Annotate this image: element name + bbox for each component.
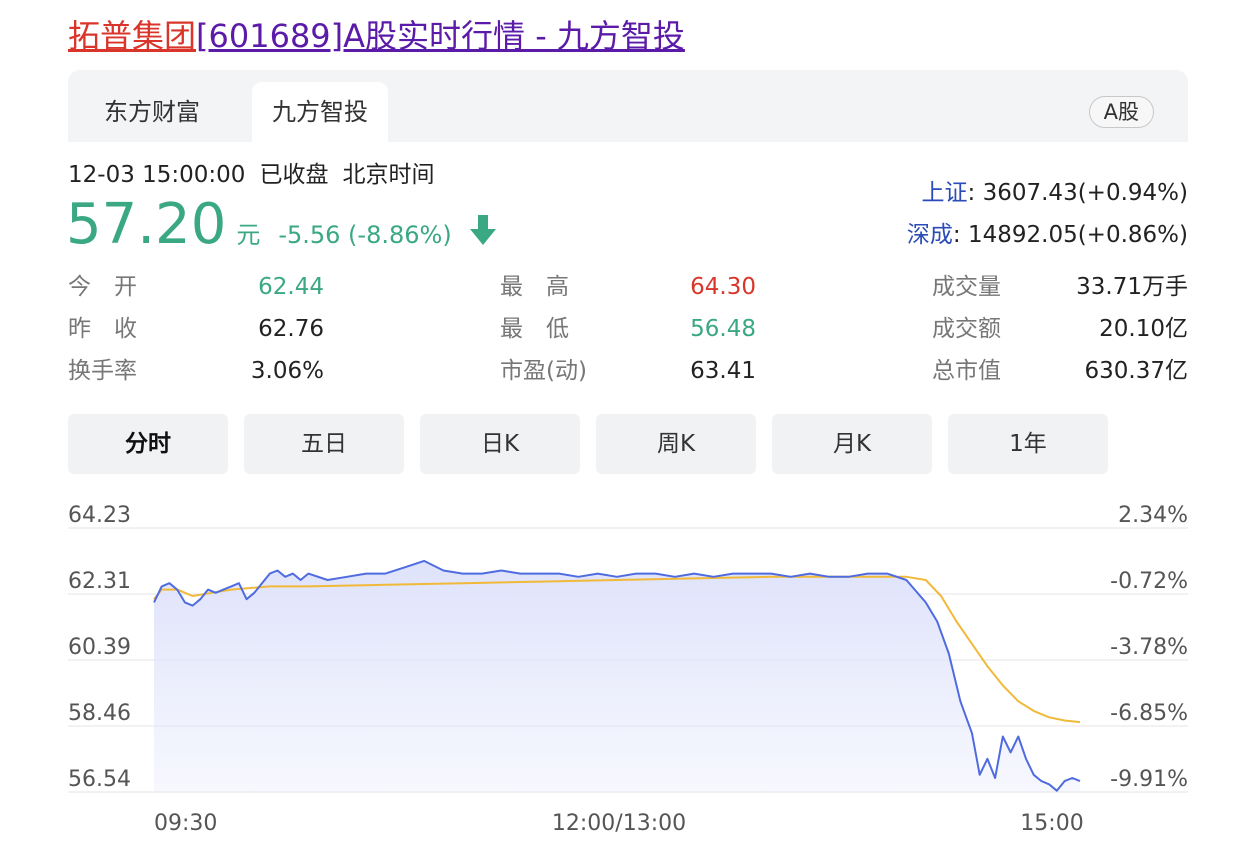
y-right-tick-label: -3.78% — [1110, 635, 1188, 660]
price-change: -5.56 (-8.86%) — [278, 221, 452, 249]
y-left-tick-label: 62.31 — [68, 569, 131, 594]
index-shanghai-label[interactable]: 上证 — [922, 180, 968, 206]
tab-jiufang-zhitou[interactable]: 九方智投 — [252, 82, 388, 142]
trade-status: 12-03 15:00:00 已收盘 北京时间 — [68, 158, 448, 192]
quote-amount-value: 20.10亿 — [1099, 316, 1188, 342]
market-badge[interactable]: A股 — [1088, 96, 1154, 128]
x-tick-label: 15:00 — [1020, 811, 1083, 836]
quote-high-label: 最 高 — [500, 274, 569, 300]
index-shanghai[interactable]: 上证: 3607.43(+0.94%) — [922, 176, 1188, 210]
quote-low-label: 最 低 — [500, 316, 569, 342]
status-state: 已收盘 — [259, 162, 329, 188]
page-title-rest-link[interactable]: [601689]A股实时行情 - 九方智投 — [196, 17, 685, 55]
y-left-tick-label: 60.39 — [68, 635, 131, 660]
period-tab-monthly-k[interactable]: 月K — [772, 414, 932, 474]
price-unit: 元 — [236, 221, 261, 249]
period-tab-daily-k[interactable]: 日K — [420, 414, 580, 474]
current-price: 57.20 — [66, 192, 227, 257]
index-shenzhen-value: : 14892.05(+0.86%) — [952, 222, 1188, 248]
y-right-tick-label: -0.72% — [1110, 569, 1188, 594]
quote-pe-label: 市盈(动) — [500, 358, 587, 384]
quote-low-value: 56.48 — [690, 316, 756, 342]
quote-prev-close-value: 62.76 — [258, 316, 324, 342]
x-tick-label: 12:00/13:00 — [552, 811, 686, 836]
quote-high-value: 64.30 — [690, 274, 756, 300]
tab-dongfang-caifu[interactable]: 东方财富 — [68, 82, 236, 142]
status-datetime: 12-03 15:00:00 — [68, 162, 246, 188]
quote-pe-value: 63.41 — [690, 358, 756, 384]
quote-market-cap-label: 总市值 — [932, 358, 1001, 384]
period-tab-one-year[interactable]: 1年 — [948, 414, 1108, 474]
quote-prev-close-label: 昨 收 — [68, 316, 137, 342]
page-title-stock-name-link[interactable]: 拓普集团 — [68, 17, 196, 55]
period-tab-intraday[interactable]: 分时 — [68, 414, 228, 474]
y-left-tick-label: 58.46 — [68, 701, 131, 726]
quote-market-cap-value: 630.37亿 — [1084, 358, 1188, 384]
index-shanghai-value: : 3607.43(+0.94%) — [967, 180, 1188, 206]
y-left-tick-label: 64.23 — [68, 503, 131, 528]
period-tab-weekly-k[interactable]: 周K — [596, 414, 756, 474]
quote-turnover-value: 3.06% — [250, 358, 324, 384]
source-tab-bar: 东方财富 九方智投 A股 — [68, 70, 1188, 142]
y-right-tick-label: -9.91% — [1110, 767, 1188, 792]
period-tab-five-day[interactable]: 五日 — [244, 414, 404, 474]
quote-turnover-label: 换手率 — [68, 358, 137, 384]
y-right-tick-label: 2.34% — [1118, 503, 1188, 528]
quote-open-value: 62.44 — [258, 274, 324, 300]
down-arrow-icon — [469, 215, 496, 245]
index-shenzhen-label[interactable]: 深成 — [907, 222, 953, 248]
x-tick-label: 09:30 — [154, 811, 217, 836]
quote-volume-value: 33.71万手 — [1076, 274, 1188, 300]
quote-volume-label: 成交量 — [932, 274, 1001, 300]
status-timezone: 北京时间 — [342, 162, 435, 188]
intraday-chart[interactable]: 64.23 62.31 60.39 58.46 56.54 2.34% -0.72% -3.7… — [0, 480, 1244, 852]
y-left-tick-label: 56.54 — [68, 767, 131, 792]
price-block: 57.20 元 -5.56 (-8.86%) — [66, 190, 496, 260]
quote-open-label: 今 开 — [68, 274, 137, 300]
y-right-tick-label: -6.85% — [1110, 701, 1188, 726]
quote-amount-label: 成交额 — [932, 316, 1001, 342]
index-shenzhen[interactable]: 深成: 14892.05(+0.86%) — [907, 218, 1188, 252]
page-title[interactable]: 拓普集团[601689]A股实时行情 - 九方智投 — [68, 14, 685, 58]
